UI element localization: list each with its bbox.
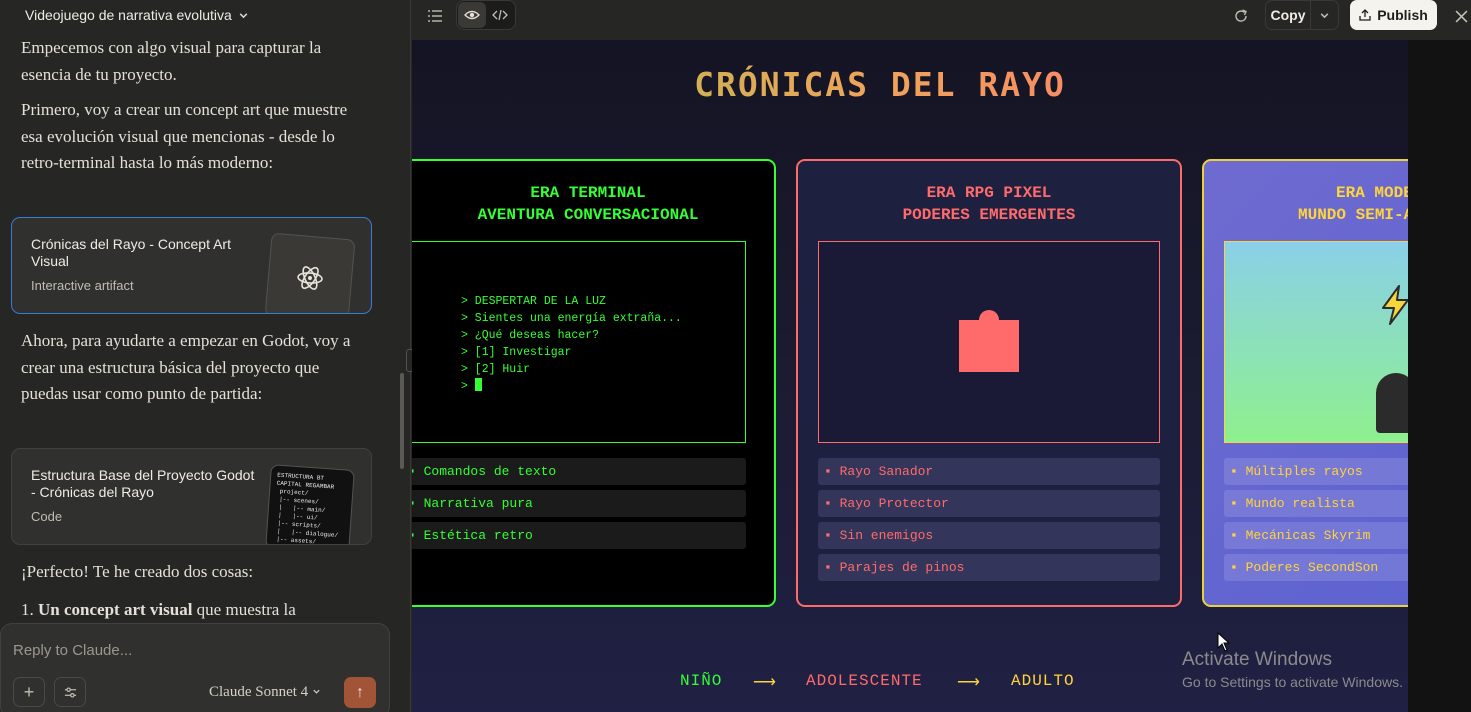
preview-tab[interactable] xyxy=(458,2,486,28)
era-heading-line2: PODERES EMERGENTES xyxy=(902,206,1076,224)
feature-item: ▪ Mundo realista xyxy=(1224,490,1408,517)
mouse-cursor-icon xyxy=(1217,632,1230,652)
assistant-message: Empecemos con algo visual para capturar … xyxy=(21,38,322,84)
era-heading: ERA TERMINAL AVENTURA CONVERSACIONAL xyxy=(412,182,774,226)
terminal-cursor xyxy=(474,378,482,391)
era-heading: ERA MODERNA MUNDO SEMI-ABIER xyxy=(1204,182,1408,226)
artifact-toolbar: Copy Publish xyxy=(412,0,1471,40)
code-thumbnail: ESTRUCTURA BT CAPITAL REGAMBAR project/ … xyxy=(265,464,355,544)
assistant-message: Primero, voy a crear un concept art que … xyxy=(21,100,348,172)
refresh-icon xyxy=(1235,9,1247,22)
era-heading-line1: ERA TERMINAL xyxy=(530,184,646,202)
share-icon xyxy=(1359,9,1371,21)
feature-item: ▪ Comandos de texto xyxy=(412,458,746,485)
game-title: CRÓNICAS DEL RAYO xyxy=(412,65,1348,104)
timeline-arrow: ⟶ xyxy=(957,674,981,692)
era-rpg-card: ERA RPG PIXEL PODERES EMERGENTES ▪ Rayo … xyxy=(796,159,1182,607)
list-view-button[interactable] xyxy=(424,5,446,27)
assistant-message: Ahora, para ayudarte a empezar en Godot,… xyxy=(21,331,351,403)
era-heading: ERA RPG PIXEL PODERES EMERGENTES xyxy=(798,182,1180,226)
terminal-screen: > DESPERTAR DE LA LUZ > Sientes una ener… xyxy=(412,241,746,443)
arrow-up-icon: ↑ xyxy=(356,683,364,701)
artifact-card-concept-art[interactable]: Crónicas del Rayo - Concept Art Visual I… xyxy=(11,217,372,314)
timeline-arrow: ⟶ xyxy=(753,674,777,692)
list-text: que muestra la xyxy=(192,600,296,619)
add-attachment-button[interactable]: + xyxy=(13,677,45,707)
feature-item: ▪ Rayo Protector xyxy=(818,490,1160,517)
feature-item: ▪ Mecánicas Skyrim xyxy=(1224,522,1408,549)
era-heading-line1: ERA MODERNA xyxy=(1336,184,1408,202)
reply-input[interactable]: Reply to Claude... xyxy=(13,642,132,659)
artifact-type: Code xyxy=(31,509,63,524)
project-title-dropdown[interactable]: Videojuego de narrativa evolutiva xyxy=(25,7,249,23)
era-terminal-card: ERA TERMINAL AVENTURA CONVERSACIONAL > D… xyxy=(412,159,776,607)
close-button[interactable] xyxy=(1450,5,1471,27)
send-button[interactable]: ↑ xyxy=(344,677,376,708)
artifact-type: Interactive artifact xyxy=(31,278,134,293)
model-selector[interactable]: Claude Sonnet 4 xyxy=(209,684,321,701)
artifact-preview: CRÓNICAS DEL RAYO ERA TERMINAL AVENTURA … xyxy=(412,40,1408,712)
activate-windows-title: Activate Windows xyxy=(1182,649,1332,670)
plus-icon: + xyxy=(23,681,35,702)
assistant-message-list-item: 1. Un concept art visual que muestra la xyxy=(21,600,296,619)
tools-button[interactable] xyxy=(54,677,86,707)
reply-box[interactable]: Reply to Claude... + Claude Sonnet 4 ↑ xyxy=(0,623,390,712)
era-modern-card: ERA MODERNA MUNDO SEMI-ABIER ▪ Múltiples… xyxy=(1202,159,1408,607)
era-heading-line2: MUNDO SEMI-ABIER xyxy=(1298,206,1408,224)
close-icon xyxy=(1455,10,1467,22)
era-heading-line1: ERA RPG PIXEL xyxy=(926,184,1052,202)
activate-windows-subtitle: Go to Settings to activate Windows. xyxy=(1182,674,1403,690)
preview-overflow-strip xyxy=(1408,40,1471,712)
project-title: Videojuego de narrativa evolutiva xyxy=(25,7,232,23)
publish-button[interactable]: Publish xyxy=(1350,0,1437,30)
copy-options-button[interactable] xyxy=(1311,0,1339,30)
timeline-stage-adult: ADULTO xyxy=(1011,672,1075,690)
model-label: Claude Sonnet 4 xyxy=(209,684,309,700)
code-icon xyxy=(492,9,508,21)
refresh-button[interactable] xyxy=(1230,5,1252,27)
lightning-bolt-icon xyxy=(1382,285,1408,325)
feature-item: ▪ Estética retro xyxy=(412,522,746,549)
timeline-stage-teen: ADOLESCENTE xyxy=(806,672,923,690)
feature-item: ▪ Rayo Sanador xyxy=(818,458,1160,485)
eye-icon xyxy=(464,10,480,20)
artifact-thumbnail xyxy=(264,232,356,313)
react-atom-icon xyxy=(297,266,323,290)
chat-panel: Videojuego de narrativa evolutiva Empece… xyxy=(0,0,411,712)
chat-scrollbar[interactable] xyxy=(400,373,404,469)
pixel-character xyxy=(959,310,1019,372)
feature-item: ▪ Sin enemigos xyxy=(818,522,1160,549)
bold-text: Un concept art visual xyxy=(38,600,193,619)
assistant-message: ¡Perfecto! Te he creado dos cosas: xyxy=(21,562,254,581)
list-icon xyxy=(428,10,442,22)
chevron-down-icon xyxy=(1320,12,1329,18)
feature-item: ▪ Múltiples rayos xyxy=(1224,458,1408,485)
feature-item: ▪ Poderes SecondSon xyxy=(1224,554,1408,581)
artifact-title: Crónicas del Rayo - Concept Art Visual xyxy=(31,236,231,269)
copy-button[interactable]: Copy xyxy=(1265,0,1311,30)
timeline-stage-child: NIÑO xyxy=(680,672,723,690)
view-toggle xyxy=(456,0,516,30)
terminal-text: > DESPERTAR DE LA LUZ > Sientes una ener… xyxy=(461,295,682,393)
code-tab[interactable] xyxy=(486,2,514,28)
artifact-title: Estructura Base del Proyecto Godot - Cró… xyxy=(31,467,255,500)
publish-label: Publish xyxy=(1377,7,1428,23)
era-heading-line2: AVENTURA CONVERSACIONAL xyxy=(477,206,699,224)
sliders-icon xyxy=(64,686,76,698)
chevron-down-icon xyxy=(313,689,320,694)
modern-screen xyxy=(1224,241,1408,443)
feature-item: ▪ Narrativa pura xyxy=(412,490,746,517)
chevron-down-icon xyxy=(239,12,248,18)
pixel-screen xyxy=(818,241,1160,443)
artifact-card-godot-structure[interactable]: Estructura Base del Proyecto Godot - Cró… xyxy=(11,448,372,545)
modern-character xyxy=(1376,373,1408,433)
feature-item: ▪ Parajes de pinos xyxy=(818,554,1160,581)
